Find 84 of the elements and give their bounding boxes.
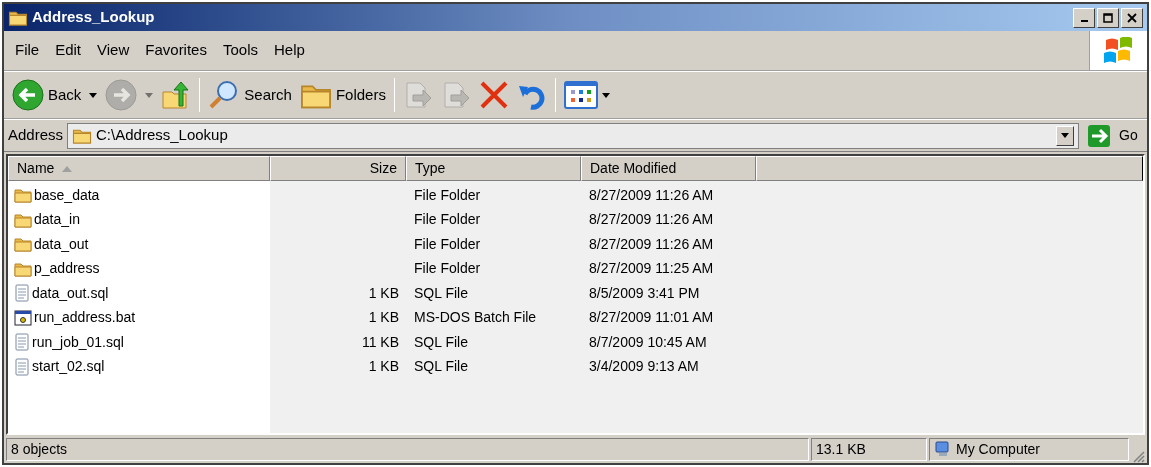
folder-icon bbox=[14, 236, 32, 253]
folder-icon bbox=[8, 9, 28, 26]
dropdown-caret-icon bbox=[89, 92, 98, 98]
column-header[interactable]: Size bbox=[270, 156, 406, 181]
file-size: 1 KB bbox=[368, 357, 399, 377]
file-name: start_02.sql bbox=[32, 357, 105, 377]
date-modified: 8/27/2009 11:26 AM bbox=[589, 235, 714, 252]
menu-item[interactable]: Tools bbox=[215, 37, 265, 64]
file-name: p_address bbox=[34, 259, 100, 279]
date-modified: 8/27/2009 11:25 AM bbox=[589, 260, 714, 277]
resize-grip-icon bbox=[1131, 449, 1145, 463]
windows-flag-logo-icon bbox=[1103, 36, 1134, 65]
file-row[interactable]: data_out.sql 1 KB SQL File 8/5/2009 3:41 PM bbox=[8, 281, 1143, 306]
file-type: SQL File bbox=[414, 333, 468, 350]
folder-icon bbox=[14, 260, 32, 277]
text-file-icon bbox=[14, 333, 30, 352]
file-size: 11 KB bbox=[361, 332, 399, 352]
file-type: MS-DOS Batch File bbox=[414, 309, 537, 326]
status-zone: My Computer bbox=[956, 439, 1041, 459]
maximize-button[interactable] bbox=[1097, 7, 1119, 28]
menu-item[interactable]: Edit bbox=[48, 37, 89, 64]
date-modified: 3/4/2009 9:13 AM bbox=[589, 358, 699, 375]
computer-icon bbox=[934, 440, 952, 458]
search-button[interactable]: Search bbox=[204, 77, 296, 113]
address-field[interactable]: C:\Address_Lookup bbox=[67, 122, 1079, 149]
dropdown-button[interactable] bbox=[1056, 125, 1074, 146]
file-name: run_address.bat bbox=[34, 308, 136, 328]
batch-file-icon bbox=[14, 309, 32, 326]
close-button[interactable] bbox=[1121, 7, 1143, 28]
folder-icon bbox=[14, 187, 32, 204]
date-modified: 8/7/2009 10:45 AM bbox=[589, 333, 707, 350]
column-header[interactable]: Name bbox=[8, 156, 270, 181]
file-row[interactable]: run_job_01.sql 11 KB SQL File 8/7/2009 10:45 AM bbox=[8, 330, 1143, 355]
file-type: SQL File bbox=[414, 358, 468, 375]
file-row[interactable]: data_in File Folder 8/27/2009 11:26 AM bbox=[8, 207, 1143, 232]
date-modified: 8/27/2009 11:26 AM bbox=[589, 211, 714, 228]
file-type: SQL File bbox=[414, 284, 468, 301]
address-label: Address bbox=[8, 125, 64, 146]
folder-icon bbox=[72, 127, 93, 144]
file-type: File Folder bbox=[414, 186, 481, 203]
file-size: 1 KB bbox=[368, 308, 399, 328]
file-name: run_job_01.sql bbox=[32, 332, 124, 352]
column-header[interactable]: Type bbox=[406, 156, 581, 181]
date-modified: 8/27/2009 11:26 AM bbox=[589, 186, 714, 203]
sort-ascending-icon bbox=[62, 165, 73, 172]
minimize-icon bbox=[1080, 19, 1088, 22]
file-row[interactable]: data_out File Folder 8/27/2009 11:26 AM bbox=[8, 232, 1143, 257]
file-type: File Folder bbox=[414, 260, 481, 277]
menu-item[interactable]: File bbox=[8, 37, 47, 64]
file-type: File Folder bbox=[414, 235, 481, 252]
close-icon bbox=[1127, 12, 1137, 23]
file-name: data_in bbox=[34, 210, 80, 230]
delete-icon bbox=[478, 80, 509, 110]
folders-button[interactable]: Folders bbox=[295, 77, 390, 113]
maximize-icon bbox=[1103, 12, 1113, 23]
menu-item[interactable]: Help bbox=[267, 37, 312, 64]
text-file-icon bbox=[14, 357, 30, 376]
dropdown-caret-icon bbox=[1061, 133, 1069, 138]
folder-up-arrow-icon bbox=[161, 80, 192, 110]
date-modified: 8/5/2009 3:41 PM bbox=[589, 284, 700, 301]
go-button[interactable]: Go bbox=[1083, 123, 1143, 148]
dropdown-caret-icon bbox=[601, 92, 610, 98]
file-row[interactable]: run_address.bat 1 KB MS-DOS Batch File 8/27/2009 11:01 AM bbox=[8, 305, 1143, 330]
minimize-button[interactable] bbox=[1073, 7, 1095, 28]
status-size: 13.1 KB bbox=[811, 437, 927, 461]
dropdown-caret-icon bbox=[145, 92, 154, 98]
file-row[interactable]: p_address File Folder 8/27/2009 11:25 AM bbox=[8, 256, 1143, 281]
back-button[interactable]: Back bbox=[8, 77, 102, 113]
status-objects: 8 objects bbox=[6, 437, 809, 461]
file-row[interactable]: base_data File Folder 8/27/2009 11:26 AM bbox=[8, 183, 1143, 208]
text-file-icon bbox=[14, 284, 30, 303]
menu-item[interactable]: View bbox=[90, 37, 137, 64]
views-grid-icon bbox=[563, 81, 598, 109]
column-header[interactable]: Date Modified bbox=[581, 156, 756, 181]
date-modified: 8/27/2009 11:01 AM bbox=[589, 309, 714, 326]
file-name: data_out.sql bbox=[32, 283, 109, 303]
file-name: data_out bbox=[34, 234, 89, 254]
file-type: File Folder bbox=[414, 211, 481, 228]
file-size: 1 KB bbox=[368, 283, 399, 303]
file-name: base_data bbox=[34, 185, 100, 205]
folder-icon bbox=[14, 211, 32, 228]
window-title: Address_Lookup bbox=[32, 7, 155, 28]
menu-item[interactable]: Favorites bbox=[138, 37, 214, 64]
file-row[interactable]: start_02.sql 1 KB SQL File 3/4/2009 9:13 AM bbox=[8, 354, 1143, 379]
